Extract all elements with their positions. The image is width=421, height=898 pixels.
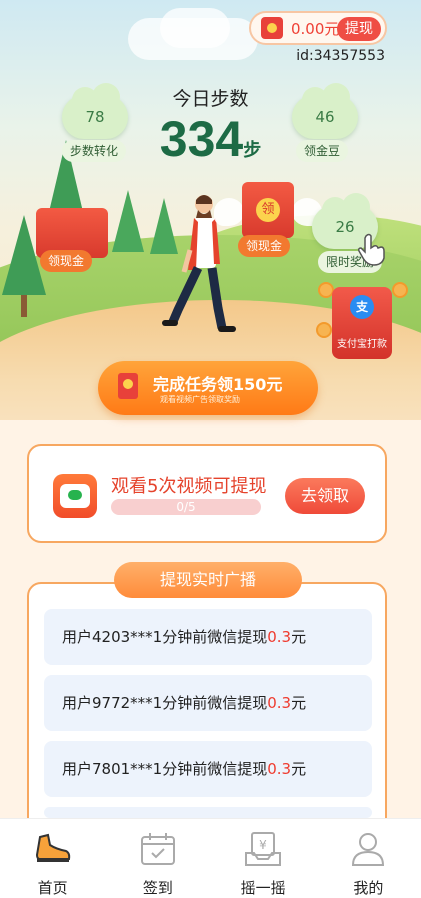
hand-pointer-icon — [358, 233, 385, 266]
broadcast-item-text: 用户7801***1分钟前微信提现 — [62, 760, 268, 778]
redpack-center[interactable]: 领 — [242, 182, 294, 238]
bottom-nav: 首页 签到 ¥ 摇一摇 我的 — [0, 818, 421, 898]
broadcast-item: 用户4203***1分钟前微信提现0.3元 — [44, 609, 372, 665]
svg-text:¥: ¥ — [259, 838, 267, 852]
shake-cash-icon: ¥ — [245, 832, 282, 866]
alipay-redpack-label: 支付宝打款 — [337, 339, 387, 350]
broadcast-title: 提现实时广播 — [114, 562, 302, 598]
broadcast-item: 用户7801***1分钟前微信提现0.3元 — [44, 741, 372, 797]
wing-decoration — [214, 198, 244, 226]
steps-count: 334 — [159, 111, 244, 167]
redpack-left-label[interactable]: 领现金 — [40, 250, 93, 272]
broadcast-item-partial — [44, 807, 372, 818]
video-task-title: 观看5次视频可提现 — [111, 476, 267, 497]
nav-shake[interactable]: ¥ 摇一摇 — [211, 819, 316, 898]
video-task-card: 观看5次视频可提现 0/5 去领取 — [27, 444, 387, 543]
bubble-gold-beans-label: 领金豆 — [296, 140, 349, 162]
wallet-amount: 0.00元 — [291, 19, 340, 38]
tree-trunk — [21, 295, 27, 317]
wechat-cash-icon — [53, 474, 97, 518]
task-subtitle: 观看视频广告领取奖励 — [160, 395, 240, 404]
bubble-step-convert-label: 步数转化 — [62, 140, 127, 162]
bubble-step-convert[interactable]: 78 — [62, 83, 128, 139]
nav-checkin-label: 签到 — [142, 879, 173, 897]
broadcast-item-text: 用户9772***1分钟前微信提现 — [62, 694, 268, 712]
redpack-icon — [118, 373, 138, 399]
nav-checkin[interactable]: 签到 — [105, 819, 210, 898]
steps-unit: 步 — [243, 140, 262, 161]
task-title: 完成任务领150元 — [153, 375, 283, 394]
bubble-value: 46 — [315, 108, 335, 126]
redpack-center-label[interactable]: 领现金 — [238, 235, 291, 257]
coin-icon — [316, 322, 332, 338]
bubble-gold-beans[interactable]: 46 — [292, 83, 358, 139]
user-icon — [352, 833, 385, 866]
broadcast-item-amount: 0.3 — [267, 628, 292, 646]
task-button[interactable]: 完成任务领150元 观看视频广告领取奖励 — [98, 361, 318, 415]
nav-shake-label: 摇一摇 — [240, 879, 286, 897]
broadcast-item: 用户9772***1分钟前微信提现0.3元 — [44, 675, 372, 731]
shoe-icon — [35, 833, 70, 862]
wallet-pill[interactable]: 0.00元 提现 — [249, 11, 387, 45]
redpack-icon — [261, 17, 283, 39]
broadcast-item-text: 用户4203***1分钟前微信提现 — [62, 628, 268, 646]
tree-decoration — [112, 190, 144, 252]
cloud-decoration — [160, 8, 230, 48]
claim-button[interactable]: 去领取 — [285, 478, 365, 514]
bubble-value: 78 — [85, 108, 105, 126]
bubble-value: 26 — [335, 218, 355, 236]
video-progress-bar: 0/5 — [111, 499, 261, 515]
nav-mine-label: 我的 — [353, 879, 384, 897]
broadcast-item-unit: 元 — [291, 628, 307, 646]
video-progress-text: 0/5 — [176, 500, 196, 514]
alipay-icon: 支 — [350, 295, 374, 319]
broadcast-item-amount: 0.3 — [267, 694, 292, 712]
nav-mine[interactable]: 我的 — [316, 819, 421, 898]
withdraw-button[interactable]: 提现 — [337, 17, 381, 41]
alipay-redpack[interactable]: 支 支付宝打款 — [332, 287, 392, 359]
nav-home-label: 首页 — [37, 879, 68, 897]
coin-icon — [392, 282, 408, 298]
user-id: id:34357553 — [296, 48, 385, 64]
broadcast-item-unit: 元 — [291, 694, 307, 712]
broadcast-item-amount: 0.3 — [267, 760, 292, 778]
nav-home[interactable]: 首页 — [0, 819, 105, 898]
redpack-center-char: 领 — [256, 198, 280, 222]
calendar-check-icon — [140, 833, 175, 865]
broadcast-item-unit: 元 — [291, 760, 307, 778]
